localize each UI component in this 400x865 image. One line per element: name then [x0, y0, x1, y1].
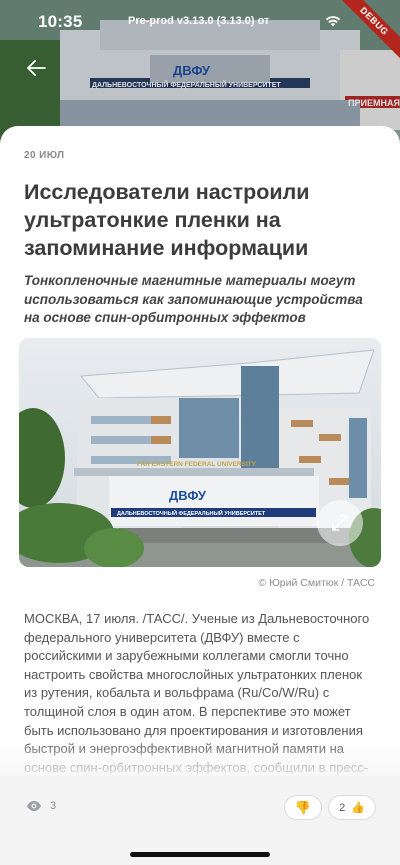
- like-button[interactable]: 2 👍: [328, 795, 376, 820]
- eye-icon: [27, 801, 41, 811]
- build-version-label: Pre-prod v3.13.0 (3.13.0) от: [128, 15, 270, 27]
- thumbs-up-icon: 👍: [351, 802, 365, 814]
- article-date: 20 ИЮЛ: [24, 150, 65, 161]
- photo-sign-en: FAR EASTERN FEDERAL UNIVERSITY: [137, 461, 257, 468]
- article-title: Исследователи настроили ультратонкие пле…: [24, 180, 310, 260]
- status-time: 10:35: [38, 12, 83, 31]
- home-indicator: [130, 852, 270, 857]
- bottom-bar: 3 👎 2 👍: [0, 776, 400, 865]
- back-button[interactable]: [26, 60, 46, 81]
- photo-logo-text: ДВФУ: [169, 488, 207, 503]
- photo-sign-ru: ДАЛЬНЕВОСТОЧНЫЙ ФЕДЕРАЛЬНЫЙ УНИВЕРСИТЕТ: [117, 509, 266, 517]
- thumbs-down-icon: 👎: [294, 799, 312, 815]
- like-count: 2: [339, 801, 346, 814]
- views-count: 3: [50, 800, 57, 812]
- wifi-icon: [325, 14, 341, 32]
- article-lead: Тонкопленочные магнитные материалы могут…: [24, 273, 363, 325]
- status-bar: 10:35 Pre-prod v3.13.0 (3.13.0) от DEBUG: [0, 0, 400, 61]
- dislike-button[interactable]: 👎: [284, 795, 322, 820]
- views-counter: 3: [26, 800, 56, 812]
- back-arrow-icon: [27, 60, 46, 76]
- photo-credit: © Юрий Смитюк / ТАСС: [258, 577, 375, 589]
- bottom-fade: [0, 740, 400, 780]
- expand-icon: [332, 515, 348, 531]
- expand-photo-button[interactable]: [317, 500, 363, 546]
